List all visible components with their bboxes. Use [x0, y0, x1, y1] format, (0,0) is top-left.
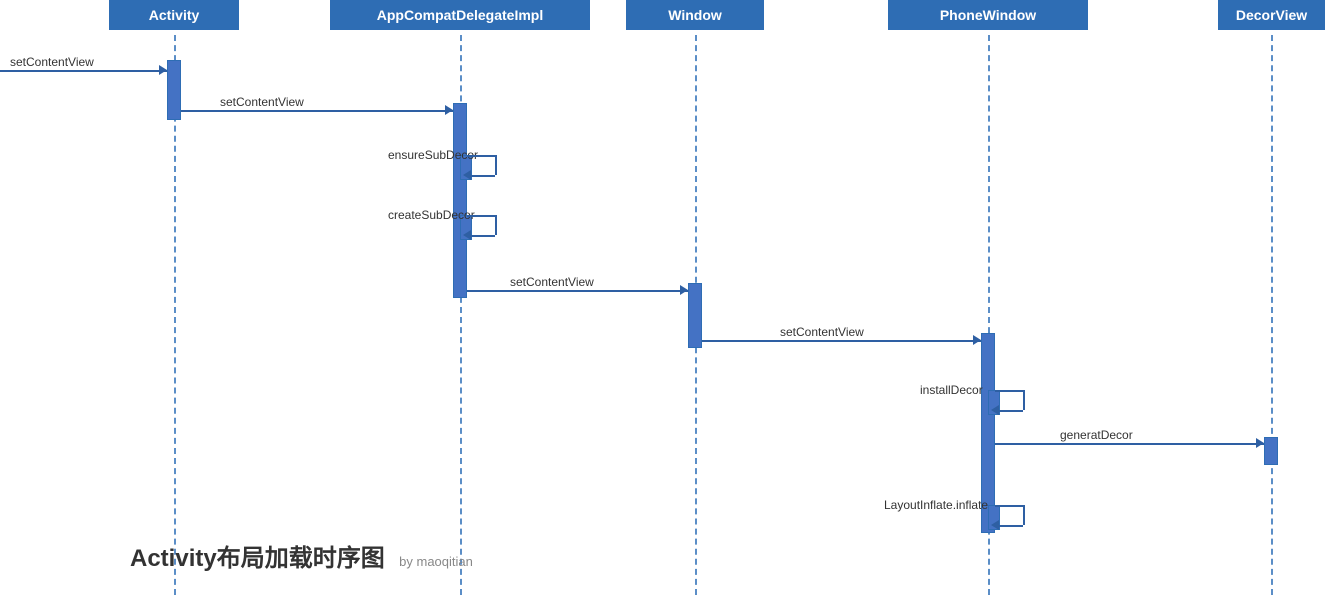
arrow-generat-decor [995, 443, 1264, 445]
activation-appcompat-1 [453, 103, 467, 298]
self-call-install-left [995, 410, 1023, 412]
class-box-decorview: DecorView [1218, 0, 1325, 30]
self-call-ensure-left [467, 175, 495, 177]
arrowhead-set-content-view-2 [680, 285, 688, 295]
caption-main: Activity布局加载时序图 [130, 545, 385, 572]
self-call-create-right [467, 215, 495, 217]
class-box-activity: Activity [109, 0, 239, 30]
label-set-content-view-3: setContentView [780, 325, 864, 339]
self-call-inflate-left [995, 525, 1023, 527]
arrow-set-content-view-3 [702, 340, 981, 342]
activation-window-1 [688, 283, 702, 348]
arrowhead-create-sub-decor [463, 230, 471, 240]
class-box-window: Window [626, 0, 764, 30]
self-call-inflate-right [995, 505, 1023, 507]
self-call-install-down [1023, 390, 1025, 410]
diagram-container: Activity AppCompatDelegateImpl Window Ph… [0, 0, 1325, 613]
caption: Activity布局加载时序图 by maoqitian [130, 538, 473, 573]
label-layout-inflate: LayoutInflate.inflate [884, 498, 988, 512]
arrowhead-layout-inflate [991, 520, 999, 530]
label-set-content-view-external: setContentView [10, 55, 94, 69]
arrowhead-set-content-view-3 [973, 335, 981, 345]
caption-sub: by maoqitian [399, 554, 473, 569]
arrowhead-ensure-sub-decor [463, 170, 471, 180]
self-call-inflate-down [1023, 505, 1025, 525]
class-box-appcompat: AppCompatDelegateImpl [330, 0, 590, 30]
self-call-install-right [995, 390, 1023, 392]
self-call-ensure-right [467, 155, 495, 157]
activation-decorview-1 [1264, 437, 1278, 465]
label-create-sub-decor: createSubDecor [388, 208, 475, 222]
self-call-create-left [467, 235, 495, 237]
label-install-decor: installDecor [920, 383, 983, 397]
arrow-set-content-view-2 [467, 290, 688, 292]
label-ensure-sub-decor: ensureSubDecor [388, 148, 478, 162]
arrowhead-set-content-view-1 [445, 105, 453, 115]
label-set-content-view-2: setContentView [510, 275, 594, 289]
self-call-create-down [495, 215, 497, 235]
label-set-content-view-1: setContentView [220, 95, 304, 109]
arrow-set-content-view-1 [181, 110, 453, 112]
self-call-ensure-down [495, 155, 497, 175]
lifeline-decorview [1271, 35, 1273, 595]
arrowhead-set-content-view-external [159, 65, 167, 75]
activation-activity-1 [167, 60, 181, 120]
arrowhead-install-decor [991, 405, 999, 415]
arrowhead-generat-decor [1256, 438, 1264, 448]
class-box-phonewindow: PhoneWindow [888, 0, 1088, 30]
label-generat-decor: generatDecor [1060, 428, 1133, 442]
arrow-set-content-view-external [0, 70, 167, 72]
